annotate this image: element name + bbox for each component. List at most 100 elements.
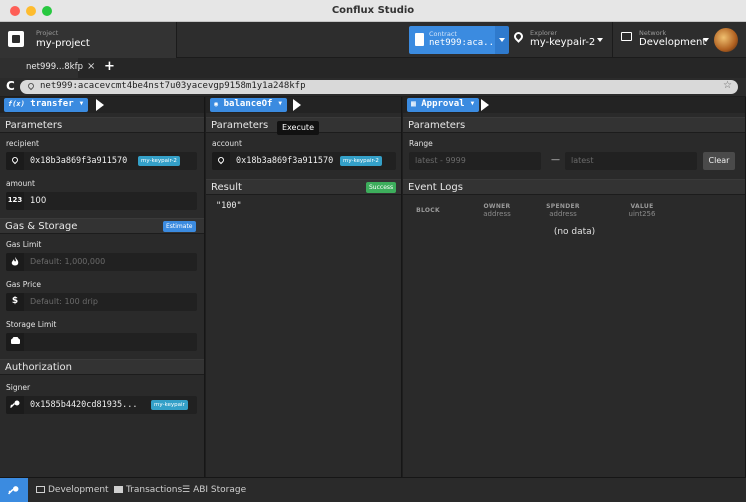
execute-button[interactable]	[96, 99, 104, 111]
project-selector[interactable]: Project my-project	[0, 22, 177, 58]
gas-storage-title: Gas & Storage	[5, 221, 78, 232]
chevron-down-icon	[597, 38, 603, 42]
execute-tooltip: Execute	[277, 121, 319, 135]
recipient-field[interactable]: 0x18b3a869f3a911570 my-keypair-2	[6, 152, 197, 170]
chevron-down-icon: ▼	[278, 100, 283, 107]
function-name: Approval	[421, 99, 465, 109]
chevron-down-icon	[703, 38, 709, 42]
monitor-icon	[621, 32, 632, 41]
column-name: OWNER	[483, 203, 511, 210]
execute-button[interactable]	[293, 99, 301, 111]
column-header-block: BLOCK	[413, 207, 443, 214]
explorer-label: Explorer	[530, 29, 558, 37]
window-titlebar: Conflux Studio	[0, 0, 746, 22]
clear-button[interactable]: Clear	[703, 152, 735, 170]
tab-label: net999...8kfp	[26, 62, 83, 72]
network-value: Development	[639, 37, 707, 48]
signer-field[interactable]: 0x1585b4420cd81935... my-keypair	[6, 396, 197, 414]
star-icon[interactable]: ☆	[723, 80, 732, 91]
result-value: "100"	[216, 201, 242, 211]
function-selector-transfer[interactable]: f(x) transfer ▼	[4, 98, 89, 112]
file-icon	[415, 33, 424, 46]
recipient-value: 0x18b3a869f3a911570	[30, 156, 128, 166]
function-bar: ▦ Approval ▼	[403, 97, 745, 113]
amount-label: amount	[6, 179, 35, 188]
column-name: SPENDER	[546, 203, 580, 210]
close-icon[interactable]: ×	[87, 61, 95, 72]
amount-value: 100	[30, 196, 47, 206]
parameters-header: Parameters	[403, 117, 745, 133]
gas-limit-input[interactable]: Default: 1,000,000	[6, 253, 197, 271]
status-bar: Development Transactions ☰ ABI Storage	[0, 477, 746, 502]
execute-button[interactable]	[481, 99, 489, 111]
function-bar: ◉ balanceOf ▼	[206, 97, 401, 113]
chevron-down-icon	[499, 38, 505, 42]
avatar[interactable]	[714, 28, 738, 52]
eye-icon: ◉	[214, 100, 219, 108]
statusbar-abi-storage[interactable]: ☰ ABI Storage	[182, 485, 246, 495]
statusbar-transactions[interactable]: Transactions	[114, 485, 182, 495]
statusbar-abi-storage-label: ABI Storage	[193, 485, 247, 495]
range-to-placeholder: latest	[571, 156, 594, 165]
chevron-down-icon: ▼	[79, 100, 84, 107]
tab-bar: net999...8kfp × +	[0, 58, 746, 78]
function-selector-approval[interactable]: ▦ Approval ▼	[407, 98, 480, 112]
contract-dropdown-button[interactable]	[495, 26, 509, 54]
map-pin-icon	[10, 155, 20, 165]
contract-value: net999:aca...	[429, 38, 500, 48]
column-name: VALUE	[630, 203, 654, 210]
flame-icon	[6, 253, 24, 271]
signer-label: Signer	[6, 383, 31, 392]
window-title: Conflux Studio	[331, 5, 415, 16]
keypair-selector-button[interactable]	[6, 152, 24, 170]
map-pin-icon	[26, 81, 36, 91]
project-icon	[8, 31, 24, 47]
function-bar: f(x) transfer ▼	[0, 97, 204, 113]
storage-limit-input[interactable]	[6, 333, 197, 351]
range-to-input[interactable]: latest	[565, 152, 697, 170]
range-separator: —	[551, 155, 560, 165]
column-type: address	[483, 210, 511, 218]
amount-field[interactable]: 123 100	[6, 192, 197, 210]
tab-contract[interactable]: net999...8kfp ×	[0, 58, 95, 78]
balanceof-panel: ◉ balanceOf ▼ Parameters account 0x18b3a8…	[206, 97, 402, 477]
project-name: my-project	[36, 38, 90, 49]
account-field[interactable]: 0x18b3a869f3a911570 my-keypair-2	[212, 152, 396, 170]
range-from-input[interactable]: latest - 9999	[409, 152, 541, 170]
statusbar-development[interactable]: Development	[36, 485, 109, 495]
keypair-chip: my-keypair-2	[138, 156, 180, 166]
empty-table-text: (no data)	[553, 227, 596, 237]
list-icon	[114, 486, 123, 493]
keypair-selector-button[interactable]	[212, 152, 230, 170]
statusbar-development-label: Development	[48, 485, 109, 495]
function-selector-balanceof[interactable]: ◉ balanceOf ▼	[210, 98, 288, 112]
keypair-manager-button[interactable]	[0, 478, 28, 502]
result-title: Result	[211, 182, 242, 193]
estimate-button[interactable]: Estimate	[163, 221, 196, 232]
event-logs-header: Event Logs	[403, 179, 745, 195]
account-label: account	[212, 139, 242, 148]
number-icon: 123	[6, 192, 24, 210]
monitor-icon	[36, 486, 45, 493]
add-tab-button[interactable]: +	[104, 59, 115, 74]
gas-price-placeholder: Default: 100 drip	[30, 297, 98, 306]
gas-price-input[interactable]: $ Default: 100 drip	[6, 293, 197, 311]
range-label: Range	[409, 139, 433, 148]
address-value: net999:acacevcmt4be4nst7u03yacevgp9158m1…	[40, 81, 306, 91]
contract-selector[interactable]: Contract net999:aca...	[409, 26, 499, 54]
column-type: address	[549, 210, 577, 218]
refresh-icon[interactable]: C	[6, 79, 15, 93]
column-name: BLOCK	[416, 207, 440, 214]
column-header-spender: SPENDER address	[533, 203, 593, 218]
key-icon[interactable]	[6, 396, 24, 414]
transfer-panel: f(x) transfer ▼ Parameters recipient 0x18…	[0, 97, 205, 477]
function-icon: f(x)	[8, 100, 25, 108]
app-header: Project my-project Contract net999:aca..…	[0, 22, 746, 58]
contract-label: Contract	[429, 30, 457, 38]
function-name: transfer	[30, 99, 74, 109]
column-header-owner: OWNER address	[475, 203, 519, 218]
network-selector[interactable]: Network Development	[612, 22, 710, 58]
approval-panel: ▦ Approval ▼ Parameters Range latest - 99…	[403, 97, 746, 477]
address-input[interactable]: net999:acacevcmt4be4nst7u03yacevgp9158m1…	[20, 80, 738, 94]
explorer-selector[interactable]: Explorer my-keypair-2	[510, 22, 610, 58]
